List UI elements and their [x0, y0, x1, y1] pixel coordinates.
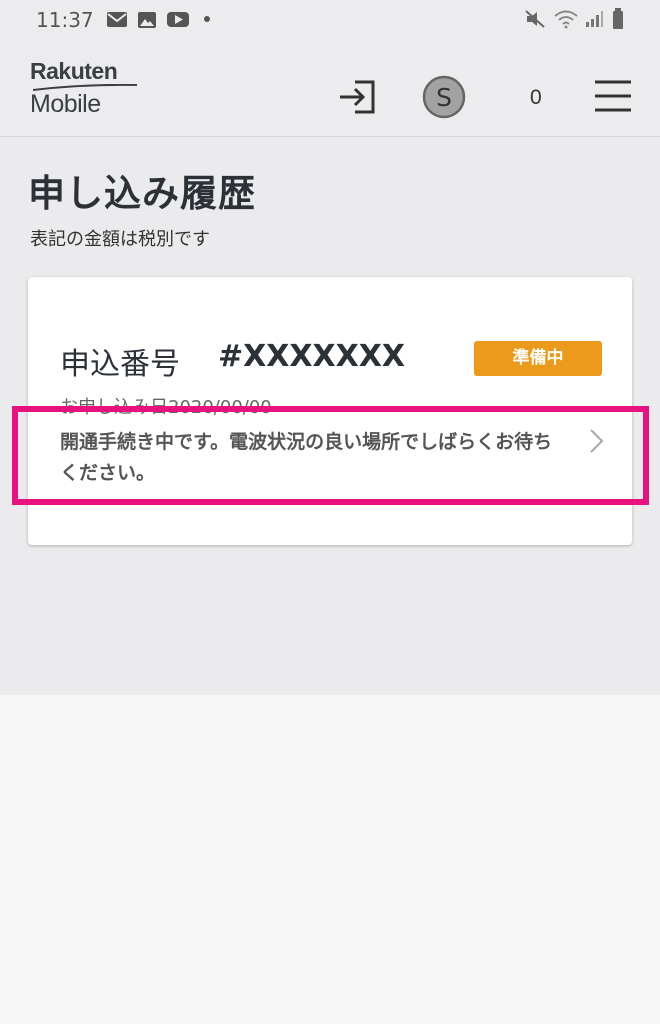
youtube-icon [167, 12, 189, 27]
image-icon [138, 12, 156, 28]
status-bar: 11:37 [0, 0, 660, 40]
cart-count[interactable]: 0 [530, 86, 542, 110]
points-icon[interactable]: S [421, 74, 467, 120]
order-number-label: 申込番号 [60, 347, 180, 382]
notification-dot-icon [204, 16, 210, 22]
logo-top-text: Rakuten [30, 58, 118, 84]
svg-text:S: S [436, 83, 452, 112]
signal-icon [586, 11, 603, 27]
battery-icon [613, 8, 623, 29]
order-number: #XXXXXXX [218, 339, 406, 374]
mute-icon [525, 10, 545, 28]
tax-note: 表記の金額は税別です [30, 229, 210, 250]
page-title: 申し込み履歴 [28, 172, 256, 215]
login-icon[interactable] [336, 76, 378, 118]
wifi-icon [554, 10, 578, 29]
status-time: 11:37 [36, 8, 94, 32]
logo-bottom-text: Mobile [30, 90, 101, 118]
highlight-box [12, 406, 649, 505]
menu-icon[interactable] [594, 78, 632, 114]
rakuten-mobile-logo[interactable]: Rakuten Mobile [30, 58, 150, 120]
site-header: Rakuten Mobile S 0 [0, 40, 660, 137]
mail-icon [107, 12, 127, 27]
status-badge: 準備中 [474, 341, 602, 376]
